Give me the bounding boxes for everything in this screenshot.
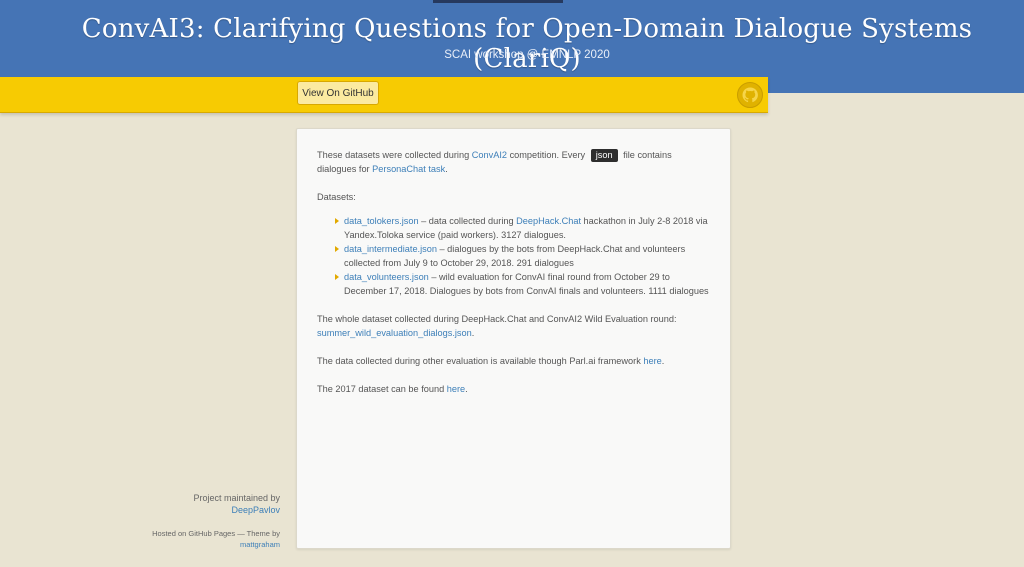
maintained-by: Project maintained by DeepPavlov xyxy=(150,492,280,516)
whole-dataset-text: The whole dataset collected during DeepH… xyxy=(317,314,677,324)
data-volunteers-link[interactable]: data_volunteers.json xyxy=(344,272,429,282)
deeppavlov-link[interactable]: DeepPavlov xyxy=(231,505,280,515)
dataset-2017-paragraph: The 2017 dataset can be found here. xyxy=(317,382,712,396)
whole-dataset-paragraph: The whole dataset collected during DeepH… xyxy=(317,312,712,340)
list-item: data_volunteers.json – wild evaluation f… xyxy=(335,270,712,298)
data-tolokers-link[interactable]: data_tolokers.json xyxy=(344,216,419,226)
dataset-desc: – data collected during xyxy=(418,216,517,226)
json-code-badge: json xyxy=(590,149,618,162)
dataset-2017-period: . xyxy=(465,384,468,394)
intro-paragraph: These datasets were collected during Con… xyxy=(317,148,712,176)
data-intermediate-link[interactable]: data_intermediate.json xyxy=(344,244,437,254)
datasets-list: data_tolokers.json – data collected duri… xyxy=(317,214,712,298)
datasets-label: Datasets: xyxy=(317,192,356,202)
hosted-on: Hosted on GitHub Pages — Theme by mattgr… xyxy=(150,528,280,550)
convai2-link[interactable]: ConvAI2 xyxy=(472,150,507,160)
main-content: These datasets were collected during Con… xyxy=(317,148,712,410)
intro-text-2: competition. Every xyxy=(509,150,586,160)
dataset-2017-here-link[interactable]: here xyxy=(447,384,465,394)
summer-wild-evaluation-link[interactable]: summer_wild_evaluation_dialogs.json xyxy=(317,328,472,338)
parlai-paragraph: The data collected during other evaluati… xyxy=(317,354,712,368)
page-title: ConvAI3: Clarifying Questions for Open-D… xyxy=(81,14,973,74)
parlai-text: The data collected during other evaluati… xyxy=(317,356,641,366)
parlai-period: . xyxy=(661,356,665,366)
list-item: data_tolokers.json – data collected duri… xyxy=(335,214,712,242)
header-tab-decoration xyxy=(433,0,563,3)
view-on-github-button[interactable]: View On GitHub xyxy=(297,81,379,105)
maintained-text: Project maintained by xyxy=(193,493,280,503)
intro-text-1: These datasets were collected during xyxy=(317,150,470,160)
list-item: data_intermediate.json – dialogues by th… xyxy=(335,242,712,270)
page-subtitle: SCAI workshop @ EMNLP 2020 xyxy=(444,49,610,61)
github-octocat-icon[interactable] xyxy=(736,81,764,109)
deephack-chat-link[interactable]: DeepHack.Chat xyxy=(516,216,581,226)
content-card: These datasets were collected during Con… xyxy=(296,128,731,549)
whole-dataset-period: . xyxy=(471,328,475,338)
mattgraham-link[interactable]: mattgraham xyxy=(240,540,280,549)
personachat-task-link[interactable]: PersonaChat task xyxy=(372,164,445,174)
parlai-here-link[interactable]: here xyxy=(643,356,661,366)
intro-period: . xyxy=(445,164,448,174)
dataset-2017-text: The 2017 dataset can be found xyxy=(317,384,445,394)
toolbar: View On GitHub xyxy=(0,77,768,113)
hosted-text: Hosted on GitHub Pages — Theme by xyxy=(152,529,280,538)
